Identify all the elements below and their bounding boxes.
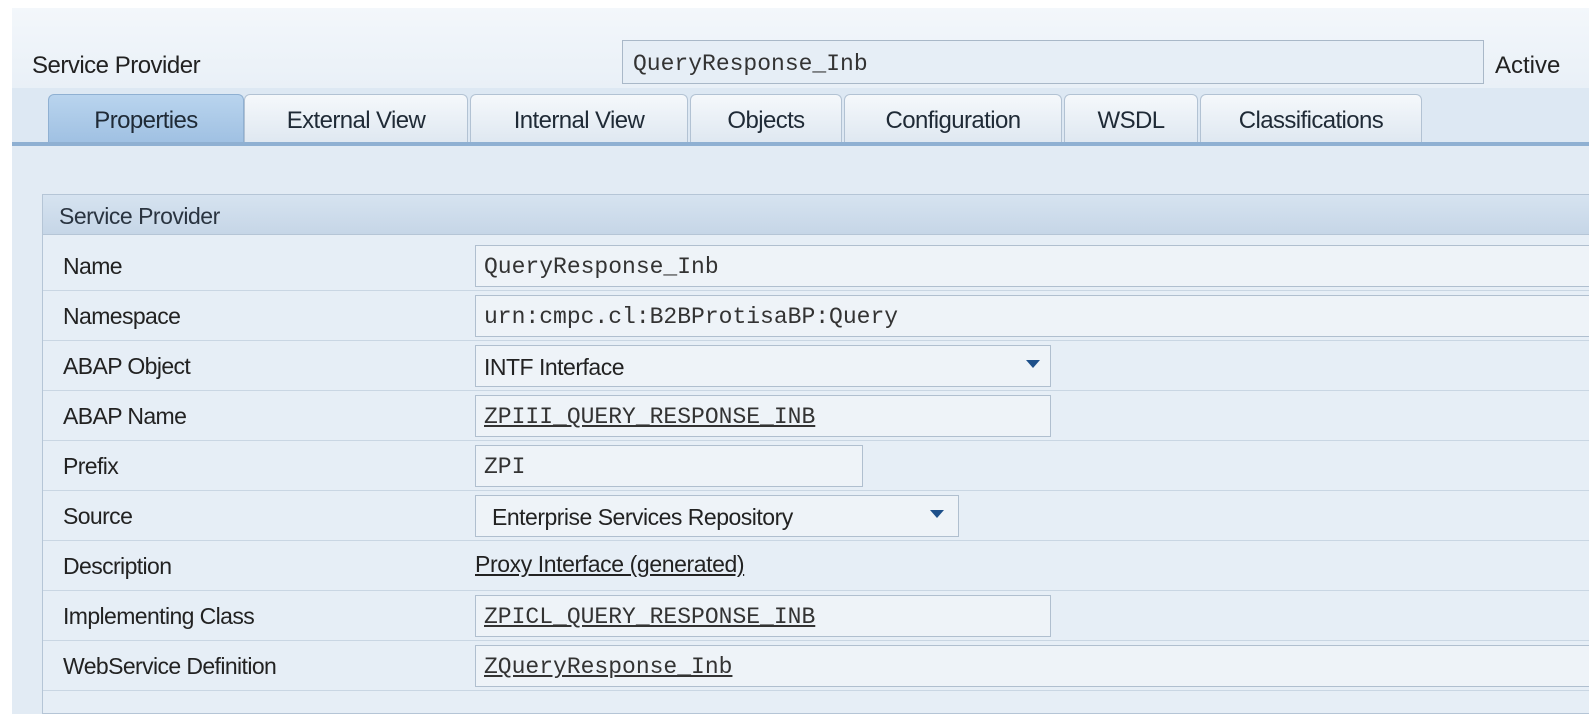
abap-object-dropdown[interactable]: INTF Interface: [475, 345, 1051, 387]
tab-configuration[interactable]: Configuration: [844, 94, 1062, 142]
row-description: Description Proxy Interface (generated): [43, 541, 1589, 591]
service-provider-window: Service Provider QueryResponse_Inb Activ…: [12, 8, 1589, 714]
abap-object-label: ABAP Object: [63, 353, 191, 379]
namespace-field[interactable]: urn:cmpc.cl:B2BProtisaBP:Query: [475, 295, 1589, 337]
description-label: Description: [63, 553, 172, 579]
tab-properties[interactable]: Properties: [48, 94, 244, 144]
webservice-definition-value[interactable]: ZQueryResponse_Inb: [484, 654, 732, 680]
tab-strip: Properties External View Internal View O…: [12, 94, 1589, 144]
name-label: Name: [63, 253, 123, 279]
row-webservice-definition: WebService Definition ZQueryResponse_Inb: [43, 641, 1589, 691]
name-field[interactable]: QueryResponse_Inb: [475, 245, 1589, 287]
row-source: Source Enterprise Services Repository: [43, 491, 1589, 541]
status-text: Active: [1495, 52, 1561, 79]
description-link[interactable]: Proxy Interface (generated): [475, 551, 745, 578]
source-dropdown[interactable]: Enterprise Services Repository: [475, 495, 959, 537]
row-abap-name: ABAP Name ZPIII_QUERY_RESPONSE_INB: [43, 391, 1589, 441]
header-bar: Service Provider QueryResponse_Inb Activ…: [12, 8, 1589, 88]
tab-external-view[interactable]: External View: [244, 94, 468, 142]
abap-object-value: INTF Interface: [484, 354, 624, 380]
row-abap-object: ABAP Object INTF Interface: [43, 341, 1589, 391]
prefix-label: Prefix: [63, 453, 119, 479]
row-prefix: Prefix ZPI: [43, 441, 1589, 491]
tab-wsdl[interactable]: WSDL: [1064, 94, 1198, 142]
webservice-definition-label: WebService Definition: [63, 653, 277, 679]
webservice-definition-field[interactable]: ZQueryResponse_Inb: [475, 645, 1589, 687]
chevron-down-icon[interactable]: [930, 510, 944, 518]
properties-panel: Service Provider Name QueryResponse_Inb …: [12, 146, 1589, 714]
tab-objects[interactable]: Objects: [690, 94, 842, 142]
prefix-field[interactable]: ZPI: [475, 445, 863, 487]
implementing-class-label: Implementing Class: [63, 603, 255, 629]
implementing-class-value[interactable]: ZPICL_QUERY_RESPONSE_INB: [484, 604, 815, 630]
service-provider-group: Service Provider Name QueryResponse_Inb …: [42, 194, 1589, 714]
tab-internal-view[interactable]: Internal View: [470, 94, 688, 142]
service-provider-name-field[interactable]: QueryResponse_Inb: [622, 40, 1484, 84]
group-title: Service Provider: [43, 195, 1589, 235]
abap-name-field[interactable]: ZPIII_QUERY_RESPONSE_INB: [475, 395, 1051, 437]
row-name: Name QueryResponse_Inb: [43, 241, 1589, 291]
row-implementing-class: Implementing Class ZPICL_QUERY_RESPONSE_…: [43, 591, 1589, 641]
service-provider-label: Service Provider: [32, 52, 201, 79]
chevron-down-icon[interactable]: [1026, 360, 1040, 368]
implementing-class-field[interactable]: ZPICL_QUERY_RESPONSE_INB: [475, 595, 1051, 637]
row-namespace: Namespace urn:cmpc.cl:B2BProtisaBP:Query: [43, 291, 1589, 341]
abap-name-value[interactable]: ZPIII_QUERY_RESPONSE_INB: [484, 404, 815, 430]
source-value: Enterprise Services Repository: [492, 504, 793, 530]
abap-name-label: ABAP Name: [63, 403, 187, 429]
source-label: Source: [63, 503, 133, 529]
namespace-label: Namespace: [63, 303, 181, 329]
tab-classifications[interactable]: Classifications: [1200, 94, 1422, 142]
